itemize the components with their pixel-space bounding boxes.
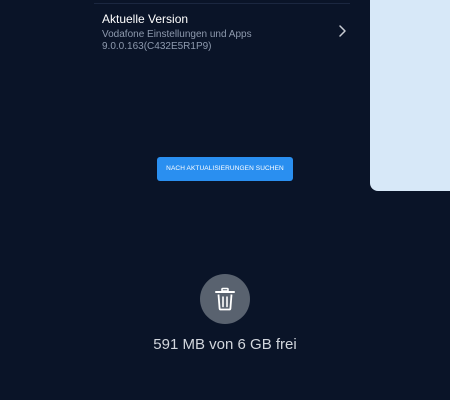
chevron-right-icon (339, 25, 346, 37)
storage-free-text: 591 MB von 6 GB frei (153, 336, 297, 353)
current-version-row[interactable]: Aktuelle Version Vodafone Einstellungen … (94, 4, 356, 60)
current-version-title: Aktuelle Version (102, 12, 189, 26)
clear-storage-button[interactable] (200, 274, 250, 324)
trash-icon (215, 287, 235, 311)
current-version-number: 9.0.0.163(C432E5R1P9) (102, 41, 212, 52)
check-for-updates-button[interactable]: NACH AKTUALISIERUNGEN SUCHEN (157, 157, 293, 181)
current-version-app-name: Vodafone Einstellungen und Apps (102, 29, 252, 40)
side-panel (370, 0, 450, 191)
